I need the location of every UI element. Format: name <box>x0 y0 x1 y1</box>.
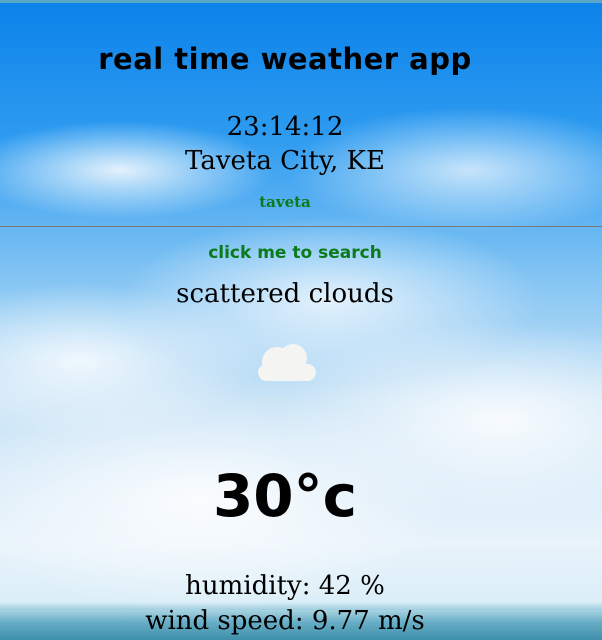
search-button[interactable]: click me to search <box>160 240 430 266</box>
header-section: real time weather app 23:14:12 Taveta Ci… <box>0 0 602 227</box>
cloud-icon <box>258 344 316 381</box>
weather-description: scattered clouds <box>176 279 394 309</box>
location-name: Taveta City, KE <box>185 146 385 176</box>
current-time: 23:14:12 <box>226 112 344 142</box>
humidity-value: humidity: 42 % <box>185 571 385 601</box>
app-title: real time weather app <box>98 42 472 76</box>
wind-speed-value: wind speed: 9.77 m/s <box>145 606 425 636</box>
temperature-value: 30°c <box>212 462 358 530</box>
city-search-input[interactable] <box>185 190 385 214</box>
